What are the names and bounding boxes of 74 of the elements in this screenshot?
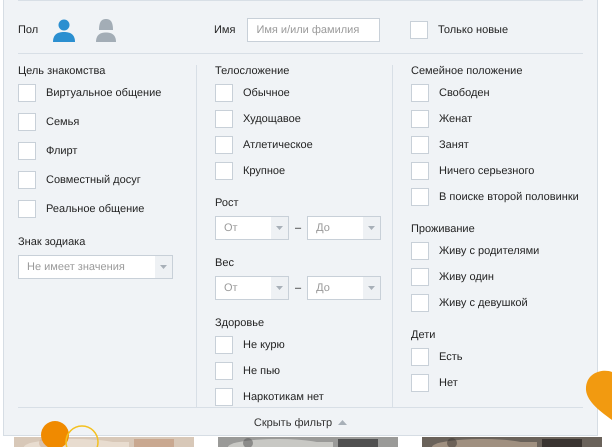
- checkbox[interactable]: [411, 242, 429, 260]
- checkbox-label: Реальное общение: [46, 203, 144, 215]
- hide-filter-link[interactable]: Скрыть фильтр: [254, 416, 348, 428]
- checkbox-label: Только новые: [438, 24, 508, 36]
- section-title: Семейное положение: [411, 65, 524, 78]
- section-title: Здоровье: [215, 317, 266, 330]
- checkbox[interactable]: [411, 162, 429, 180]
- checkbox[interactable]: [215, 362, 233, 380]
- from-dropdown[interactable]: От: [215, 216, 289, 240]
- range-dash: –: [295, 222, 302, 234]
- from-dropdown[interactable]: От: [215, 276, 289, 300]
- checkbox[interactable]: [411, 294, 429, 312]
- checkbox[interactable]: [215, 110, 233, 128]
- checkbox-label: Не курю: [243, 339, 285, 351]
- male-person-icon[interactable]: [52, 18, 76, 42]
- name-field[interactable]: Имя и/или фамилия: [247, 18, 380, 42]
- checkbox-label: Атлетическое: [243, 139, 313, 151]
- to-dropdown[interactable]: До: [307, 216, 382, 240]
- checkbox[interactable]: [18, 171, 36, 189]
- checkbox[interactable]: [411, 136, 429, 154]
- checkbox-label: Живу с девушкой: [439, 297, 528, 309]
- to-dropdown[interactable]: До: [307, 276, 382, 300]
- checkbox-label: Худощавое: [243, 113, 301, 125]
- checkbox-label: В поиске второй половинки: [439, 191, 579, 203]
- checkbox-label: Ничего серьезного: [439, 165, 534, 177]
- zodiac-dropdown[interactable]: Не имеет значения: [18, 255, 173, 279]
- checkbox[interactable]: [215, 162, 233, 180]
- section-title: Знак зодиака: [18, 236, 86, 249]
- checkbox-label: Обычное: [243, 87, 290, 99]
- name-label: Имя: [214, 24, 236, 36]
- checkbox[interactable]: [411, 348, 429, 366]
- section-title: Вес: [215, 257, 235, 270]
- checkbox[interactable]: [215, 388, 233, 406]
- checkbox-label: Живу один: [439, 271, 494, 283]
- dropdown-arrow-icon: [160, 265, 167, 269]
- checkbox-label: Крупное: [243, 165, 286, 177]
- checkbox-label: Живу с родителями: [439, 245, 540, 257]
- female-person-icon[interactable]: [94, 18, 118, 42]
- checkbox[interactable]: [18, 142, 36, 160]
- checkbox[interactable]: [215, 84, 233, 102]
- checkbox[interactable]: [215, 336, 233, 354]
- dropdown-arrow-icon: [368, 286, 376, 290]
- dropdown-arrow-icon: [276, 226, 283, 230]
- checkbox[interactable]: [411, 374, 429, 392]
- checkbox-label: Семья: [46, 116, 80, 128]
- section-title: Цель знакомства: [18, 65, 106, 78]
- checkbox-label: Женат: [439, 113, 472, 125]
- checkbox[interactable]: [215, 136, 233, 154]
- checkbox[interactable]: [18, 113, 36, 131]
- checkbox[interactable]: [411, 84, 429, 102]
- range-dash: –: [295, 282, 302, 294]
- dropdown-arrow-icon: [276, 286, 283, 290]
- section-title: Рост: [215, 197, 240, 210]
- checkbox[interactable]: [410, 20, 428, 38]
- checkbox[interactable]: [411, 268, 429, 286]
- checkbox-label: Не пью: [243, 365, 280, 377]
- section-title: Дети: [411, 329, 436, 342]
- checkbox[interactable]: [411, 110, 429, 128]
- checkbox[interactable]: [411, 188, 429, 206]
- checkbox[interactable]: [18, 200, 36, 218]
- checkbox-label: Флирт: [46, 145, 78, 157]
- checkbox-label: Наркотикам нет: [243, 391, 324, 403]
- section-title: Телосложение: [215, 65, 290, 78]
- checkbox-label: Совместный досуг: [46, 174, 141, 186]
- checkbox-label: Нет: [439, 377, 458, 389]
- checkbox-label: Виртуальное общение: [46, 87, 162, 99]
- checkbox[interactable]: [18, 84, 36, 102]
- gender-label: Пол: [18, 24, 38, 36]
- section-title: Проживание: [411, 223, 476, 236]
- caret-up-icon: [338, 420, 348, 425]
- checkbox-label: Свободен: [439, 87, 490, 99]
- checkbox-label: Есть: [439, 351, 462, 363]
- dropdown-arrow-icon: [368, 226, 376, 230]
- checkbox-label: Занят: [439, 139, 469, 151]
